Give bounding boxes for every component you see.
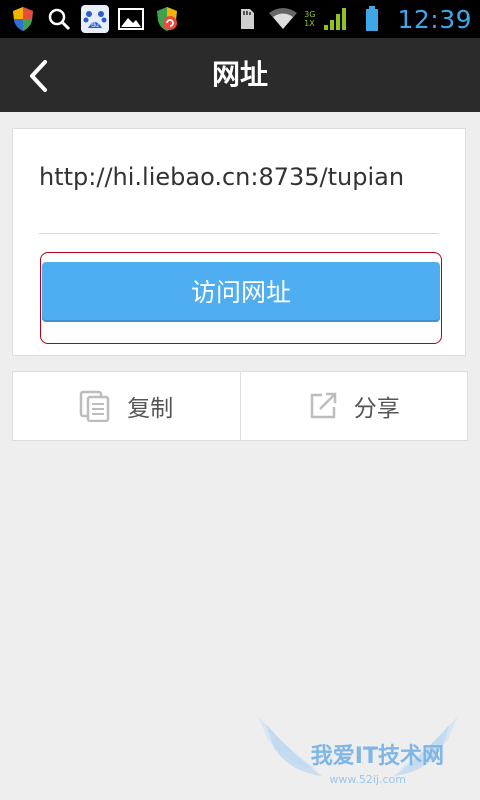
baidu-icon: du (80, 4, 110, 34)
status-bar: du 3G 1X 12:39 (0, 0, 480, 38)
share-button[interactable]: 分享 (239, 372, 468, 440)
search-icon (44, 4, 74, 34)
shield-icon (8, 4, 38, 34)
wifi-icon (268, 4, 298, 34)
watermark-text: 我爱IT技术网 (310, 744, 444, 769)
network-type: 3G 1X (304, 10, 315, 28)
visit-url-button[interactable]: 访问网址 (42, 262, 440, 320)
image-icon (116, 4, 146, 34)
sd-card-icon (232, 4, 262, 34)
clock: 12:39 (397, 4, 472, 34)
copy-icon (80, 390, 110, 422)
share-icon (310, 392, 336, 419)
battery-icon (357, 4, 387, 34)
system-icons: 3G 1X 12:39 (232, 4, 472, 34)
notification-icons: du (8, 4, 182, 34)
url-card: http://hi.liebao.cn:8735/tupian 访问网址 (12, 128, 466, 356)
copy-button[interactable]: 复制 (13, 372, 240, 440)
copy-label: 复制 (127, 396, 174, 422)
network-3g-label: 3G (304, 10, 316, 19)
signal-icon (321, 4, 351, 34)
action-row: 复制 分享 (12, 371, 468, 441)
divider (39, 233, 439, 234)
network-1x-label: 1X (304, 19, 315, 28)
watermark-url: www.52ij.com (329, 773, 406, 786)
url-text: http://hi.liebao.cn:8735/tupian (39, 163, 405, 191)
share-label: 分享 (353, 396, 400, 422)
security-icon (152, 4, 182, 34)
svg-text:du: du (91, 22, 99, 29)
watermark: 我爱IT技术网 www.52ij.com (248, 710, 468, 790)
title-bar: 网址 (0, 38, 480, 112)
page-title: 网址 (211, 58, 268, 91)
